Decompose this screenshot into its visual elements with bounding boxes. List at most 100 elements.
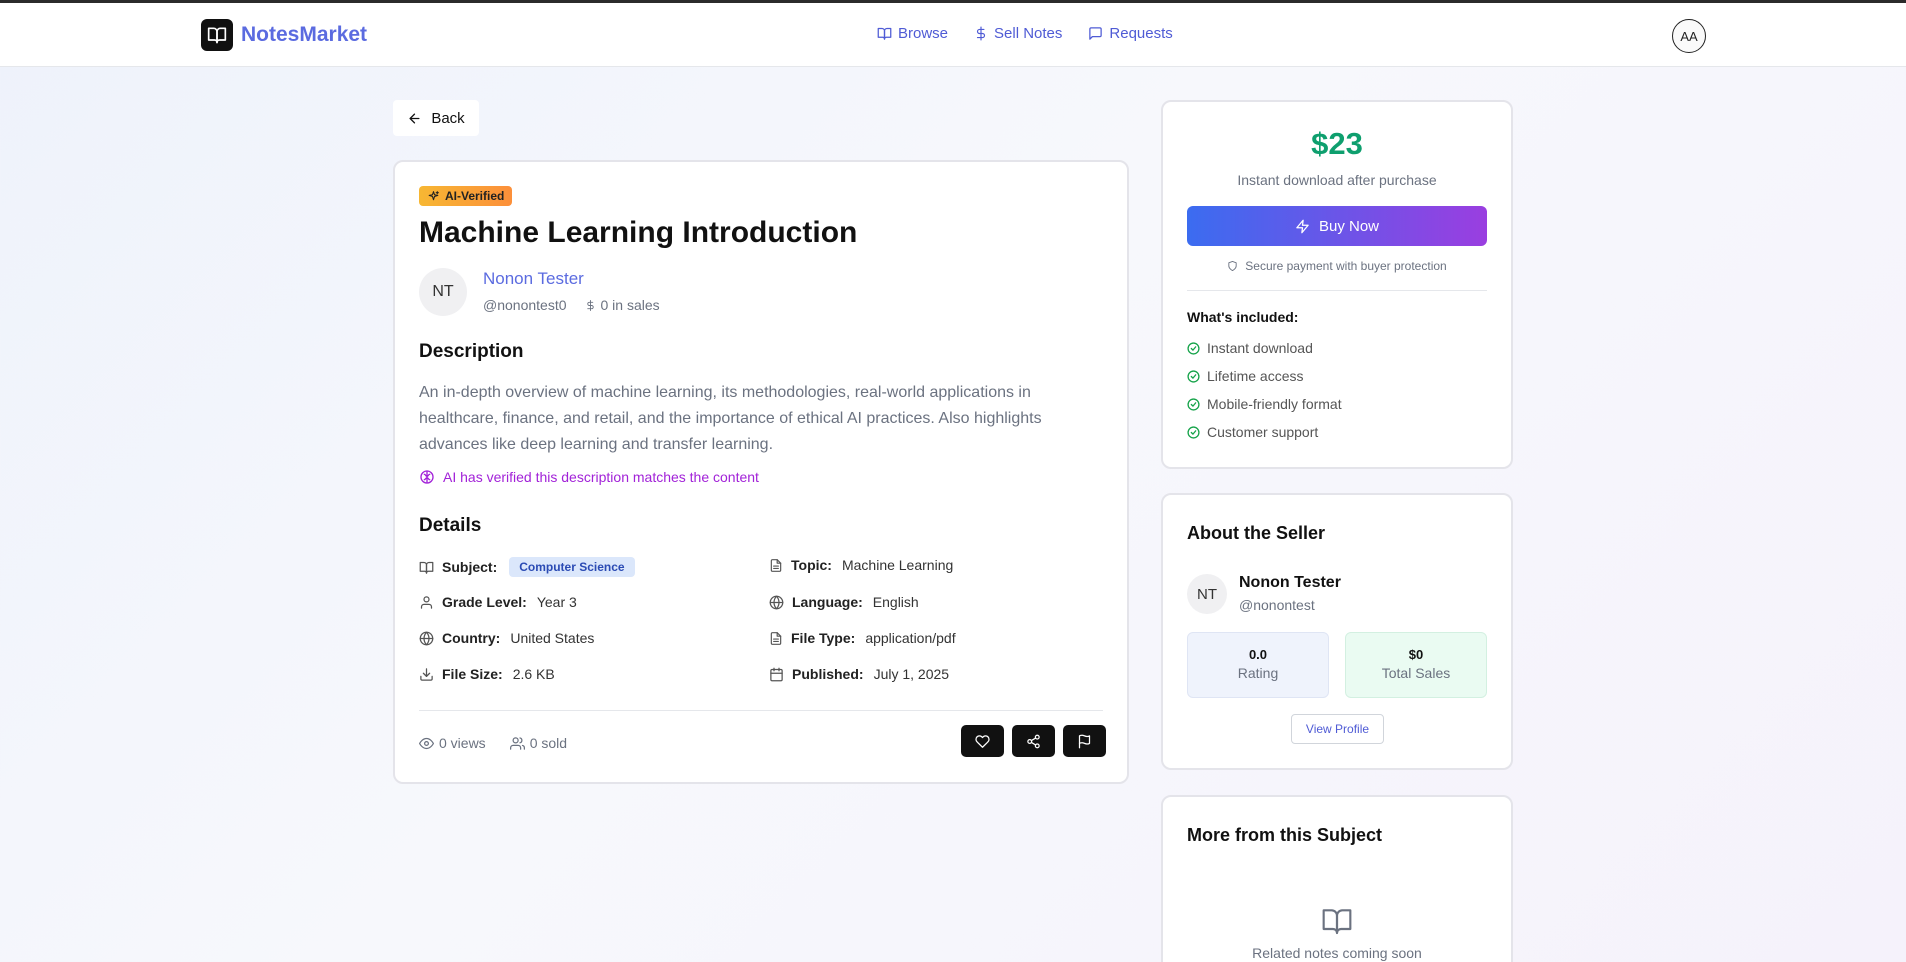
detail-language-label: Language:	[792, 594, 863, 610]
favorite-button[interactable]	[961, 725, 1004, 757]
sold-stat: 0 sold	[509, 735, 567, 751]
check-circle-icon	[1187, 425, 1200, 439]
download-icon	[420, 667, 433, 681]
detail-country-label: Country:	[442, 630, 501, 646]
nav-browse[interactable]: Browse	[877, 25, 948, 42]
buy-now-button[interactable]: Buy Now	[1187, 206, 1487, 246]
detail-topic-value: Machine Learning	[841, 557, 954, 573]
included-item: Customer support	[1187, 424, 1318, 440]
included-item-text: Mobile-friendly format	[1207, 396, 1342, 412]
included-item: Mobile-friendly format	[1187, 396, 1342, 412]
share-icon	[1027, 734, 1040, 748]
sparkles-icon	[428, 190, 439, 200]
site-header: NotesMarket Browse Sell Notes Requests A…	[0, 3, 1906, 67]
seller-rating-box: 0.0 Rating	[1187, 632, 1329, 698]
included-item: Lifetime access	[1187, 368, 1303, 384]
detail-country: Country: United States	[419, 630, 594, 646]
note-title: Machine Learning Introduction	[419, 216, 858, 249]
purchase-divider	[1187, 290, 1487, 291]
check-circle-icon	[1187, 341, 1200, 355]
ai-verified-badge: AI-Verified	[419, 186, 513, 206]
ai-verification-note: AI has verified this description matches…	[419, 469, 759, 485]
related-placeholder: Related notes coming soon	[1252, 945, 1422, 961]
report-button[interactable]	[1063, 725, 1106, 757]
book-open-icon	[1322, 909, 1352, 935]
card-divider	[419, 710, 1103, 711]
main-nav: Browse Sell Notes Requests	[877, 25, 1173, 42]
detail-file-type-value: application/pdf	[865, 630, 956, 646]
share-button[interactable]	[1012, 725, 1055, 757]
flag-icon	[1078, 734, 1091, 748]
author-name-link[interactable]: Nonon Tester	[483, 269, 584, 289]
detail-topic: Topic: Machine Learning	[769, 557, 953, 573]
heart-icon	[975, 734, 990, 748]
seller-rating-value: 0.0	[1248, 647, 1268, 662]
nav-requests-label: Requests	[1109, 25, 1173, 42]
note-actions	[961, 725, 1106, 757]
brain-icon	[420, 470, 434, 484]
views-count: 0 views	[439, 735, 486, 751]
globe-icon	[419, 631, 434, 645]
detail-file-size-value: 2.6 KB	[512, 666, 555, 682]
detail-subject: Subject: Computer Science	[419, 557, 635, 577]
included-heading: What's included:	[1187, 309, 1299, 325]
seller-avatar: NT	[1187, 574, 1227, 614]
book-open-icon	[877, 27, 892, 40]
detail-topic-label: Topic:	[791, 557, 832, 573]
included-item-text: Lifetime access	[1207, 368, 1304, 384]
more-from-subject-card: More from this Subject Related notes com…	[1161, 795, 1513, 962]
views-stat: 0 views	[419, 735, 486, 751]
nav-sell-notes[interactable]: Sell Notes	[974, 25, 1062, 42]
file-text-icon	[770, 631, 782, 645]
brand-name: NotesMarket	[241, 23, 368, 46]
zap-icon	[1296, 219, 1309, 233]
check-circle-icon	[1187, 369, 1200, 383]
purchase-card: $23 Instant download after purchase Buy …	[1161, 100, 1513, 469]
detail-file-type: File Type: application/pdf	[769, 630, 956, 646]
secure-payment-note: Secure payment with buyer protection	[1163, 259, 1511, 273]
arrow-left-icon	[409, 113, 420, 123]
ai-verified-badge-label: AI-Verified	[445, 189, 505, 203]
note-stats: 0 views 0 sold	[419, 735, 567, 751]
dollar-icon	[586, 299, 594, 311]
nav-sell-notes-label: Sell Notes	[994, 25, 1063, 42]
seller-heading: About the Seller	[1187, 523, 1326, 543]
price: $23	[1311, 126, 1363, 161]
detail-grade: Grade Level: Year 3	[419, 594, 577, 610]
description-text: An in-depth overview of machine learning…	[419, 384, 1042, 453]
author-sales-text: 0 in sales	[600, 297, 660, 313]
detail-published: Published: July 1, 2025	[769, 666, 949, 682]
seller-handle: @nonontest	[1239, 597, 1315, 613]
seller-sales-value: $0	[1408, 647, 1424, 662]
users-icon	[509, 736, 525, 750]
user-avatar[interactable]: AA	[1672, 19, 1706, 53]
price-subtitle: Instant download after purchase	[1237, 172, 1437, 188]
note-detail-card: AI-Verified Machine Learning Introductio…	[393, 160, 1129, 784]
seller-card: About the Seller NT Nonon Tester @nonont…	[1161, 493, 1513, 770]
seller-rating-label: Rating	[1237, 665, 1279, 681]
file-text-icon	[770, 558, 782, 572]
detail-file-size: File Size: 2.6 KB	[419, 666, 555, 682]
globe-icon	[769, 595, 784, 609]
detail-published-label: Published:	[792, 666, 864, 682]
nav-browse-label: Browse	[898, 25, 949, 42]
brand-logo[interactable]: NotesMarket	[201, 19, 367, 51]
description-heading: Description	[419, 341, 524, 362]
back-button[interactable]: Back	[393, 100, 479, 136]
detail-file-size-label: File Size:	[442, 666, 503, 682]
author-sales: 0 in sales	[585, 297, 660, 313]
seller-sales-label: Total Sales	[1381, 665, 1451, 681]
view-profile-button[interactable]: View Profile	[1291, 714, 1384, 744]
subject-chip[interactable]: Computer Science	[509, 557, 635, 577]
detail-language-value: English	[872, 594, 919, 610]
user-icon	[420, 595, 433, 609]
author-handle: @nonontest0	[483, 297, 567, 313]
back-label: Back	[431, 109, 465, 127]
included-item: Instant download	[1187, 340, 1313, 356]
detail-country-value: United States	[510, 630, 595, 646]
detail-published-value: July 1, 2025	[873, 666, 950, 682]
ai-verification-text: AI has verified this description matches…	[443, 469, 759, 485]
seller-sales-box: $0 Total Sales	[1345, 632, 1487, 698]
nav-requests[interactable]: Requests	[1088, 25, 1173, 42]
included-item-text: Customer support	[1207, 424, 1319, 440]
